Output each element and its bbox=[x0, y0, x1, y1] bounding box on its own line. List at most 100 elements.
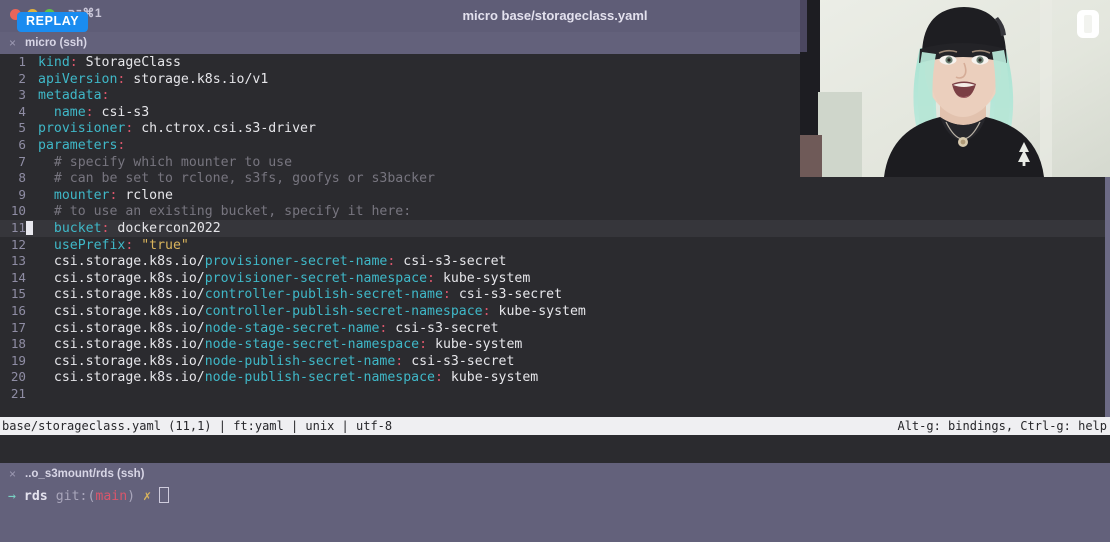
code-token: mounter bbox=[38, 188, 109, 203]
editor-bottom-filler bbox=[0, 435, 1110, 463]
replay-badge[interactable]: REPLAY bbox=[17, 12, 88, 32]
code-token: metadata bbox=[38, 88, 102, 103]
status-key-hints: Alt-g: bindings, Ctrl-g: help bbox=[897, 417, 1107, 435]
line-number: 12 bbox=[0, 237, 26, 254]
gutter-space bbox=[26, 304, 38, 321]
code-token: : bbox=[443, 287, 451, 302]
gutter-space bbox=[26, 155, 38, 172]
code-token: : bbox=[483, 304, 491, 319]
code-token: node-stage-secret-namespace bbox=[205, 337, 419, 352]
line-number: 13 bbox=[0, 253, 26, 270]
gutter-space bbox=[26, 370, 38, 387]
code-token: # can be set to rclone, s3fs, goofys or … bbox=[38, 171, 435, 186]
editor-line[interactable]: 20 csi.storage.k8s.io/node-publish-secre… bbox=[0, 369, 1110, 386]
code-token: ch.ctrox.csi.s3-driver bbox=[133, 121, 316, 136]
gutter-space bbox=[26, 121, 38, 138]
close-icon[interactable]: × bbox=[9, 468, 16, 480]
code-token: : bbox=[435, 370, 443, 385]
code-token: csi.storage.k8s.io/ bbox=[38, 271, 205, 286]
gutter-space bbox=[26, 387, 38, 404]
editor-line[interactable]: 14 csi.storage.k8s.io/provisioner-secret… bbox=[0, 270, 1110, 287]
code-token: node-publish-secret-name bbox=[205, 354, 396, 369]
code-token: : bbox=[427, 271, 435, 286]
line-number: 11 bbox=[0, 220, 26, 237]
editor-line[interactable]: 12 usePrefix: "true" bbox=[0, 237, 1110, 254]
gutter-space bbox=[26, 321, 38, 338]
shell-cursor bbox=[159, 487, 169, 503]
prompt-arrow-icon: → bbox=[8, 489, 16, 504]
editor-status-bar: base/storageclass.yaml (11,1) | ft:yaml … bbox=[0, 417, 1110, 435]
editor-line[interactable]: 19 csi.storage.k8s.io/node-publish-secre… bbox=[0, 353, 1110, 370]
editor-line[interactable]: 11 bucket: dockercon2022 bbox=[0, 220, 1110, 237]
editor-cursor bbox=[26, 221, 33, 235]
gutter-space bbox=[26, 105, 38, 122]
close-icon[interactable]: × bbox=[9, 37, 16, 49]
prompt-directory: rds bbox=[24, 489, 48, 504]
editor-line[interactable]: 15 csi.storage.k8s.io/controller-publish… bbox=[0, 286, 1110, 303]
code-token: csi-s3-secret bbox=[387, 321, 498, 336]
tab-micro-ssh[interactable]: × micro (ssh) bbox=[0, 32, 87, 54]
prompt-git-branch: main bbox=[95, 489, 127, 504]
line-number: 9 bbox=[0, 187, 26, 204]
line-number: 16 bbox=[0, 303, 26, 320]
line-number: 10 bbox=[0, 203, 26, 220]
brand-logo-icon bbox=[1077, 10, 1099, 38]
gutter-space bbox=[26, 271, 38, 288]
code-token: : bbox=[70, 55, 78, 70]
code-token: csi.storage.k8s.io/ bbox=[38, 354, 205, 369]
code-token: storage.k8s.io/v1 bbox=[125, 72, 268, 87]
code-token: kube-system bbox=[443, 370, 538, 385]
gutter-space bbox=[26, 287, 38, 304]
tab-rds-ssh[interactable]: × ..o_s3mount/rds (ssh) bbox=[0, 463, 145, 485]
code-token: : bbox=[419, 337, 427, 352]
code-token: apiVersion bbox=[38, 72, 117, 87]
code-token: csi-s3-secret bbox=[451, 287, 562, 302]
line-number: 4 bbox=[0, 104, 26, 121]
terminal-window: ⌥⌘1 micro base/storageclass.yaml REPLAY … bbox=[0, 0, 1110, 542]
code-token: controller-publish-secret-name bbox=[205, 287, 443, 302]
gutter-space bbox=[26, 188, 38, 205]
code-token: : bbox=[117, 138, 125, 153]
shell-prompt-line[interactable]: → rds git:(main) ✗ bbox=[8, 487, 169, 506]
code-token: provisioner bbox=[38, 121, 125, 136]
code-token: csi-s3-secret bbox=[403, 354, 514, 369]
editor-line[interactable]: 17 csi.storage.k8s.io/node-stage-secret-… bbox=[0, 320, 1110, 337]
gutter-space bbox=[26, 254, 38, 271]
line-number: 2 bbox=[0, 71, 26, 88]
code-token: # specify which mounter to use bbox=[38, 155, 292, 170]
code-token: parameters bbox=[38, 138, 117, 153]
code-token: csi.storage.k8s.io/ bbox=[38, 304, 205, 319]
code-token: : bbox=[102, 88, 110, 103]
editor-line[interactable]: 13 csi.storage.k8s.io/provisioner-secret… bbox=[0, 253, 1110, 270]
line-number: 17 bbox=[0, 320, 26, 337]
code-token: StorageClass bbox=[78, 55, 181, 70]
webcam-video bbox=[800, 0, 1110, 177]
code-token: : bbox=[86, 105, 94, 120]
gutter-space bbox=[26, 88, 38, 105]
line-number: 5 bbox=[0, 120, 26, 137]
code-token: csi-s3 bbox=[94, 105, 150, 120]
line-number: 19 bbox=[0, 353, 26, 370]
gutter-space bbox=[26, 55, 38, 72]
editor-line[interactable]: 18 csi.storage.k8s.io/node-stage-secret-… bbox=[0, 336, 1110, 353]
status-file-info: base/storageclass.yaml (11,1) | ft:yaml … bbox=[2, 417, 392, 435]
code-token: controller-publish-secret-namespace bbox=[205, 304, 483, 319]
editor-line[interactable]: 16 csi.storage.k8s.io/controller-publish… bbox=[0, 303, 1110, 320]
line-number: 15 bbox=[0, 286, 26, 303]
code-token: csi-s3-secret bbox=[395, 254, 506, 269]
shell-pane[interactable]: → rds git:(main) ✗ bbox=[0, 485, 1110, 542]
code-token: csi.storage.k8s.io/ bbox=[38, 254, 205, 269]
code-token: node-stage-secret-name bbox=[205, 321, 380, 336]
code-token: # to use an existing bucket, specify it … bbox=[38, 204, 411, 219]
editor-line[interactable]: 21 bbox=[0, 386, 1110, 403]
code-token: csi.storage.k8s.io/ bbox=[38, 370, 205, 385]
editor-line[interactable]: 9 mounter: rclone bbox=[0, 187, 1110, 204]
code-token: provisioner-secret-name bbox=[205, 254, 388, 269]
line-number: 21 bbox=[0, 386, 26, 403]
editor-line[interactable]: 10 # to use an existing bucket, specify … bbox=[0, 203, 1110, 220]
code-token: rclone bbox=[117, 188, 173, 203]
line-number: 20 bbox=[0, 369, 26, 386]
code-token: bucket bbox=[38, 221, 102, 236]
gutter-space bbox=[26, 204, 38, 221]
line-number: 1 bbox=[0, 54, 26, 71]
